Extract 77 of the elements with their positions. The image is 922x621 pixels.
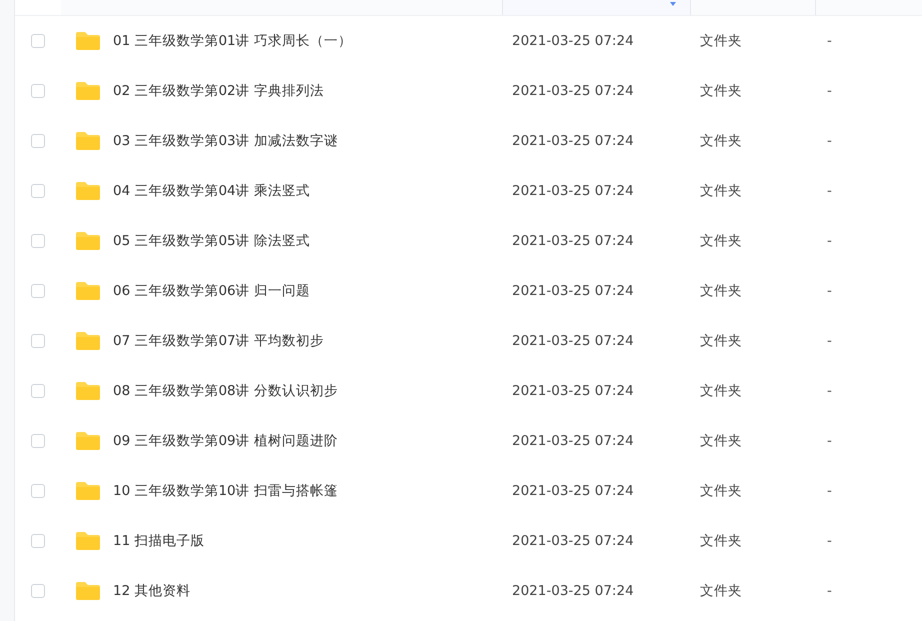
file-size: - [826,233,833,249]
file-size: - [826,533,833,549]
modified-time: 2021-03-25 07:24 [511,83,635,99]
file-name[interactable]: 12 其他资料 [113,582,190,600]
row-checkbox[interactable] [31,384,45,398]
file-type: 文件夹 [699,232,743,250]
file-name[interactable]: 07 三年级数学第07讲 平均数初步 [113,332,324,350]
folder-icon [75,331,101,351]
file-size: - [826,483,833,499]
folder-icon [75,131,101,151]
folder-icon [75,31,101,51]
sort-arrow-icon [670,1,676,7]
file-type: 文件夹 [699,382,743,400]
folder-icon [75,81,101,101]
file-name[interactable]: 04 三年级数学第04讲 乘法竖式 [113,182,310,200]
file-type: 文件夹 [699,32,743,50]
row-checkbox[interactable] [31,134,45,148]
row-checkbox[interactable] [31,534,45,548]
row-checkbox[interactable] [31,434,45,448]
column-header[interactable] [690,0,815,15]
file-name[interactable]: 03 三年级数学第03讲 加减法数字谜 [113,132,338,150]
file-type: 文件夹 [699,432,743,450]
file-name[interactable]: 11 扫描电子版 [113,532,204,550]
file-size: - [826,183,833,199]
file-size: - [826,433,833,449]
modified-time: 2021-03-25 07:24 [511,233,635,249]
file-name[interactable]: 08 三年级数学第08讲 分数认识初步 [113,382,338,400]
file-size: - [826,283,833,299]
file-name[interactable]: 05 三年级数学第05讲 除法竖式 [113,232,310,250]
file-type: 文件夹 [699,182,743,200]
column-header[interactable] [61,0,502,15]
folder-icon [75,431,101,451]
modified-time: 2021-03-25 07:24 [511,333,635,349]
modified-time: 2021-03-25 07:24 [511,33,635,49]
file-name[interactable]: 06 三年级数学第06讲 归一问题 [113,282,310,300]
modified-time: 2021-03-25 07:24 [511,183,635,199]
modified-time: 2021-03-25 07:24 [511,283,635,299]
modified-time: 2021-03-25 07:24 [511,433,635,449]
row-checkbox[interactable] [31,584,45,598]
row-checkbox[interactable] [31,184,45,198]
file-size: - [826,333,833,349]
folder-icon [75,231,101,251]
file-size: - [826,33,833,49]
modified-time: 2021-03-25 07:24 [511,533,635,549]
folder-icon [75,531,101,551]
file-type: 文件夹 [699,82,743,100]
folder-icon [75,581,101,601]
file-size: - [826,583,833,599]
modified-time: 2021-03-25 07:24 [511,383,635,399]
row-checkbox[interactable] [31,334,45,348]
row-checkbox[interactable] [31,484,45,498]
file-name[interactable]: 02 三年级数学第02讲 字典排列法 [113,82,324,100]
file-size: - [826,83,833,99]
modified-time: 2021-03-25 07:24 [511,583,635,599]
folder-icon [75,381,101,401]
file-type: 文件夹 [699,282,743,300]
file-name[interactable]: 09 三年级数学第09讲 植树问题进阶 [113,432,338,450]
file-name[interactable]: 01 三年级数学第01讲 巧求周长（一） [113,32,352,50]
row-checkbox[interactable] [31,284,45,298]
column-header[interactable] [815,0,922,15]
row-checkbox[interactable] [31,84,45,98]
file-name[interactable]: 10 三年级数学第10讲 扫雷与搭帐篷 [113,482,338,500]
modified-time: 2021-03-25 07:24 [511,483,635,499]
row-checkbox[interactable] [31,234,45,248]
file-size: - [826,383,833,399]
file-type: 文件夹 [699,332,743,350]
file-size: - [826,133,833,149]
row-checkbox[interactable] [31,34,45,48]
file-type: 文件夹 [699,582,743,600]
folder-icon [75,181,101,201]
file-type: 文件夹 [699,482,743,500]
folder-icon [75,481,101,501]
file-type: 文件夹 [699,532,743,550]
column-header[interactable] [502,0,690,15]
modified-time: 2021-03-25 07:24 [511,133,635,149]
file-type: 文件夹 [699,132,743,150]
folder-icon [75,281,101,301]
